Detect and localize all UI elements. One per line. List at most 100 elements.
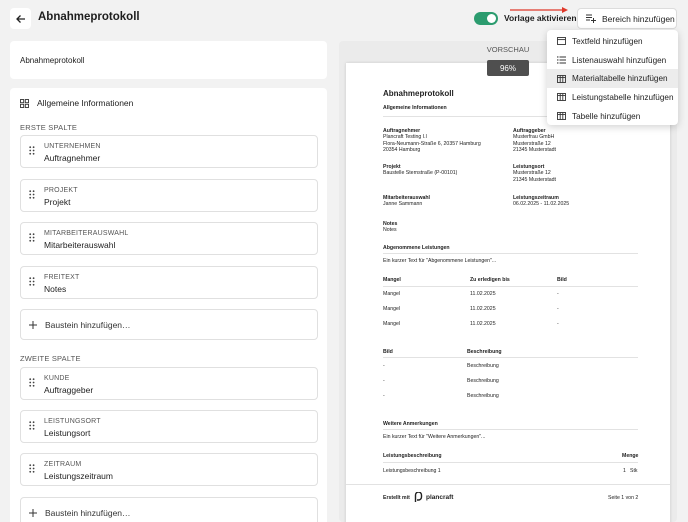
preview-staff-value: Janne Sammann <box>383 201 423 207</box>
plus-icon <box>29 508 37 517</box>
template-toggle[interactable] <box>474 12 498 25</box>
preview-cell: - <box>383 378 385 384</box>
menu-item-textfield[interactable]: Textfeld hinzufügen <box>547 32 678 51</box>
section-card-general: Allgemeine Informationen ERSTE SPALTE UN… <box>10 88 327 522</box>
menu-item-service-table[interactable]: Leistungstabelle hinzufügen <box>547 88 678 107</box>
preview-divider <box>383 357 638 358</box>
document-name: Abnahmeprotokoll <box>20 56 85 65</box>
preview-table-header: Zu erledigen bis <box>470 277 510 283</box>
block-value: Leistungszeitraum <box>44 471 113 481</box>
block-label: UNTERNEHMEN <box>44 143 101 150</box>
add-block-button-first[interactable]: Baustein hinzufügen… <box>20 309 318 340</box>
add-block-button-second[interactable]: Baustein hinzufügen… <box>20 497 318 522</box>
preview-cell: 11.02.2025 <box>470 291 496 297</box>
block-freetext[interactable]: FREITEXT Notes <box>20 266 318 299</box>
preview-contractor-value: Plancraft Testing I.l Flora-Neumann-Stra… <box>383 134 481 153</box>
preview-table-header: Bild <box>557 277 567 283</box>
block-value: Mitarbeiterauswahl <box>44 240 116 250</box>
table-icon <box>557 112 566 121</box>
block-label: KUNDE <box>44 375 70 382</box>
menu-item-listselect[interactable]: Listenauswahl hinzufügen <box>547 51 678 70</box>
preview-table-header: Bild <box>383 349 393 355</box>
plus-icon <box>29 320 37 329</box>
block-label: LEISTUNGSORT <box>44 418 101 425</box>
page-title: Abnahmeprotokoll <box>38 11 140 23</box>
back-button[interactable] <box>10 8 31 29</box>
menu-item-label: Textfeld hinzufügen <box>572 36 643 46</box>
add-block-label: Baustein hinzufügen… <box>45 507 131 518</box>
back-arrow-icon <box>15 14 25 23</box>
block-label: MITARBEITERAUSWAHL <box>44 230 129 237</box>
table-icon <box>557 74 566 83</box>
menu-item-material-table[interactable]: Materialtabelle hinzufügen <box>547 69 678 89</box>
section-header[interactable]: Allgemeine Informationen <box>20 98 133 108</box>
template-toggle-label: Vorlage aktivieren <box>504 13 577 23</box>
preview-divider <box>383 429 638 430</box>
block-staff[interactable]: MITARBEITERAUSWAHL Mitarbeiterauswahl <box>20 222 318 255</box>
table-icon <box>557 93 566 102</box>
add-block-label: Baustein hinzufügen… <box>45 319 131 330</box>
preview-cell: Mangel <box>383 321 401 327</box>
preview-cell: Beschreibung <box>467 393 499 399</box>
preview-cell: Beschreibung <box>467 363 499 369</box>
menu-item-table[interactable]: Tabelle hinzufügen <box>547 107 678 126</box>
preview-location-value: Musterstraße 12 21345 Musterstadt <box>513 170 556 183</box>
drag-grip-icon[interactable] <box>29 190 35 199</box>
drag-grip-icon[interactable] <box>29 277 35 286</box>
block-value: Auftraggeber <box>44 385 94 395</box>
drag-grip-icon[interactable] <box>29 464 35 473</box>
preview-cell: Mangel <box>383 306 401 312</box>
preview-divider <box>383 253 638 254</box>
preview-cell: Stk <box>630 468 638 474</box>
preview-notes-value: Notes <box>383 227 397 233</box>
menu-item-label: Materialtabelle hinzufügen <box>572 74 668 84</box>
block-label: PROJEKT <box>44 187 78 194</box>
preview-cell: - <box>557 306 559 312</box>
drag-grip-icon[interactable] <box>29 146 35 155</box>
preview-table-header: Mangel <box>383 277 401 283</box>
preview-footer-brand: plancraft <box>426 494 454 501</box>
block-location[interactable]: LEISTUNGSORT Leistungsort <box>20 410 318 443</box>
preview-table-header: Leistungsbeschreibung <box>383 453 442 459</box>
preview-cell: Beschreibung <box>467 378 499 384</box>
preview-accepted-title: Abgenommene Leistungen <box>383 245 450 251</box>
preview-accepted-text: Ein kurzer Text für "Abgenommene Leistun… <box>383 258 497 264</box>
block-label: ZEITRAUM <box>44 461 82 468</box>
preview-paper: Abnahmeprotokoll Allgemeine Informatione… <box>346 63 670 522</box>
block-period[interactable]: ZEITRAUM Leistungszeitraum <box>20 453 318 486</box>
preview-project-value: Baustelle Sternstraße (P-00101) <box>383 170 458 176</box>
add-area-button[interactable]: Bereich hinzufügen <box>577 8 677 29</box>
drag-grip-icon[interactable] <box>29 378 35 387</box>
preview-footer-page: Seite 1 von 2 <box>608 495 639 501</box>
preview-cell: - <box>383 363 385 369</box>
block-project[interactable]: PROJEKT Projekt <box>20 179 318 212</box>
preview-period-value: 06.02.2025 - 11.02.2025 <box>513 201 570 207</box>
block-value: Auftragnehmer <box>44 153 101 163</box>
preview-client-value: Musterfrau GmbH Musterstraße 12 21345 Mu… <box>513 134 556 153</box>
preview-table-header: Beschreibung <box>467 349 502 355</box>
list-icon <box>557 56 566 64</box>
playlist-add-icon <box>586 14 596 23</box>
block-client[interactable]: KUNDE Auftraggeber <box>20 367 318 400</box>
drag-grip-icon[interactable] <box>29 233 35 242</box>
block-value: Notes <box>44 284 67 294</box>
preview-cell: 11.02.2025 <box>470 321 496 327</box>
section-title: Allgemeine Informationen <box>37 98 134 108</box>
menu-item-label: Tabelle hinzufügen <box>572 111 641 121</box>
second-column-label: ZWEITE SPALTE <box>20 354 81 363</box>
block-company[interactable]: UNTERNEHMEN Auftragnehmer <box>20 135 318 168</box>
preview-cell: 11.02.2025 <box>470 306 496 312</box>
zoom-badge: 96% <box>487 60 529 76</box>
preview-section-title: Allgemeine Informationen <box>383 105 447 111</box>
block-value: Leistungsort <box>44 428 91 438</box>
preview-divider <box>383 286 638 287</box>
preview-cell: - <box>557 291 559 297</box>
preview-cell: - <box>383 393 385 399</box>
preview-remarks-text: Ein kurzer Text für "Weitere Anmerkungen… <box>383 434 486 440</box>
plancraft-logo-icon <box>414 492 423 502</box>
preview-table-header: Menge <box>622 453 639 459</box>
drag-grip-icon[interactable] <box>29 421 35 430</box>
document-name-card[interactable]: Abnahmeprotokoll <box>10 41 327 79</box>
preview-remarks-title: Weitere Anmerkungen <box>383 421 438 427</box>
menu-item-label: Listenauswahl hinzufügen <box>572 55 667 65</box>
